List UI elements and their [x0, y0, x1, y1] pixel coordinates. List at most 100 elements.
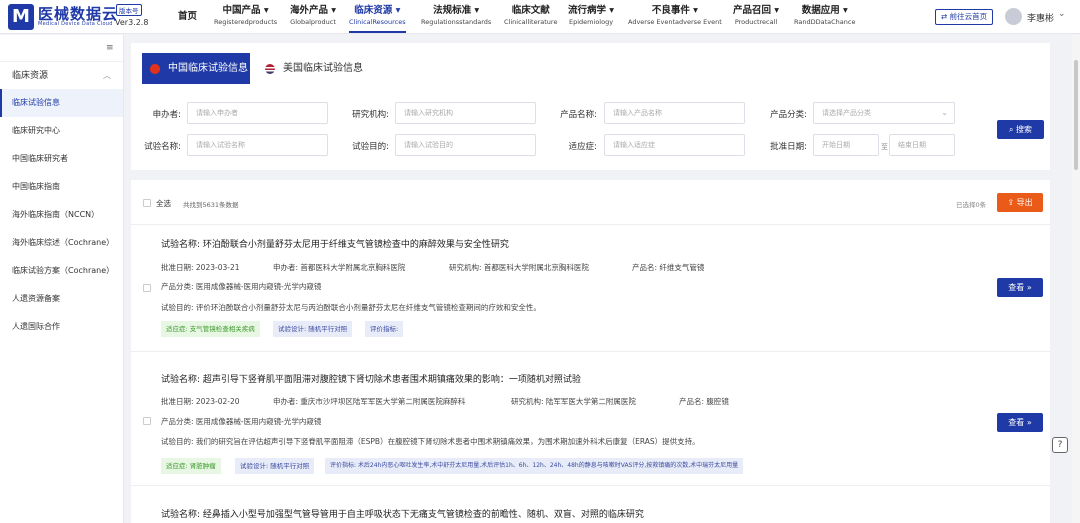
tab-china-trials[interactable]: 中国临床试验信息	[142, 53, 250, 84]
indication-label: 适应症:	[568, 142, 597, 152]
nav-adverse-events[interactable]: 不良事件 ▾ Adverse Eventadverse Event	[628, 5, 722, 27]
sidebar-item-cochrane-protocols[interactable]: 临床试验方案（Cochrane）	[0, 257, 123, 285]
design-tag: 试验设计: 随机平行对照	[235, 458, 315, 474]
sidebar-group-clinical-resources[interactable]: 临床资源 ︿	[0, 61, 123, 89]
nav-overseas-products[interactable]: 海外产品 ▾ Globalproduct	[290, 5, 336, 27]
china-flag-icon	[150, 64, 160, 74]
search-button[interactable]: ⌕ 搜索	[997, 120, 1044, 139]
sidebar: ≡ 临床资源 ︿ 临床试验信息 临床研究中心 中国临床研究者 中国临床指南 海外临…	[0, 35, 124, 523]
product-name-label: 产品名称:	[560, 110, 597, 120]
sidebar-item-clinical-trials[interactable]: 临床试验信息	[0, 89, 123, 117]
trial-name-input[interactable]: 请输入试验名称	[187, 134, 328, 156]
sidebar-group-label: 临床资源	[12, 71, 49, 81]
brand-subtitle: Medical Device Data Cloud	[38, 21, 113, 27]
purpose-input[interactable]: 请输入试验目的	[395, 134, 536, 156]
export-button[interactable]: ⇪ 导出	[997, 193, 1043, 212]
product-category-select[interactable]: 请选择产品分类 ⌄	[813, 102, 955, 124]
view-button[interactable]: 查看 »	[997, 413, 1043, 432]
sidebar-item-cochrane-reviews[interactable]: 海外临床综述（Cochrane）	[0, 229, 123, 257]
approval-date-label: 批准日期:	[770, 142, 807, 152]
sidebar-item-genetic-resources-filing[interactable]: 人遗资源备案	[0, 285, 123, 313]
nav-sublabel: Adverse Eventadverse Event	[628, 18, 722, 26]
user-name[interactable]: 李惠彬	[1027, 11, 1054, 24]
institution: 研究机构: 首都医科大学附属北京胸科医院	[449, 263, 589, 272]
nav-label: 产品召回 ▾	[733, 5, 780, 16]
menu-collapse-icon[interactable]: ≡	[106, 43, 114, 53]
trial-purpose: 试验目的: 我们的研究旨在评估超声引导下竖脊肌平面阻滞（ESPB）在腹腔镜下肾切…	[161, 437, 700, 446]
indication-tag: 适应症: 支气管镜检查相关疾病	[161, 321, 260, 337]
sidebar-item-nccn[interactable]: 海外临床指南（NCCN）	[0, 201, 123, 229]
approval-date: 批准日期: 2023-02-20	[161, 397, 240, 406]
nav-clinical-literature[interactable]: 临床文献 Clinicalliterature	[504, 5, 557, 27]
logo-icon[interactable]: M	[8, 4, 34, 30]
sponsor: 申办者: 重庆市沙坪坝区陆军军医大学第二附属医院麻醉科	[273, 397, 466, 406]
nav-chinese-products[interactable]: 中国产品 ▾ Registeredproducts	[214, 5, 277, 27]
nav-label: 中国产品 ▾	[222, 5, 269, 16]
us-flag-icon	[265, 64, 275, 74]
row-checkbox[interactable]	[143, 284, 151, 292]
tab-us-trials[interactable]: 美国临床试验信息	[257, 53, 369, 84]
chevron-down-icon: ⌄	[941, 108, 948, 117]
sidebar-item-research-centers[interactable]: 临床研究中心	[0, 117, 123, 145]
chevron-down-icon[interactable]: ⌄	[1058, 9, 1066, 19]
top-navigation-bar: M 医械数据云 Medical Device Data Cloud 版本号 Ve…	[0, 0, 1080, 34]
trial-title[interactable]: 试验名称: 环泊酚联合小剂量舒芬太尼用于纤维支气管镜检查中的麻醉效果与安全性研究	[161, 237, 509, 250]
nav-label: 流行病学 ▾	[568, 5, 615, 16]
nav-label: 临床资源 ▾	[354, 5, 401, 16]
nav-epidemiology[interactable]: 流行病学 ▾ Epidemiology	[568, 5, 614, 27]
sponsor: 申办者: 首都医科大学附属北京胸科医院	[273, 263, 406, 272]
results-panel: 全选 共找到5631条数据 已选择0条 ⇪ 导出 试验名称: 环泊酚联合小剂量舒…	[131, 180, 1050, 523]
trial-name-label: 试验名称:	[144, 142, 181, 152]
trial-card: 试验名称: 超声引导下竖脊肌平面阻滞对腹腔镜下肾切除术患者围术期镇痛效果的影响：…	[131, 360, 1050, 486]
row-checkbox[interactable]	[143, 417, 151, 425]
scrollbar-thumb[interactable]	[1074, 60, 1078, 170]
indication-input[interactable]: 请输入适应症	[604, 134, 745, 156]
nav-clinical-resources[interactable]: 临床资源 ▾ ClinicalResources	[349, 5, 406, 33]
nav-sublabel: Epidemiology	[569, 18, 614, 26]
sidebar-item-chinese-investigators[interactable]: 中国临床研究者	[0, 145, 123, 173]
nav-label: 海外产品 ▾	[290, 5, 337, 16]
avatar[interactable]	[1005, 8, 1022, 25]
nav-label: 数据应用 ▾	[801, 5, 848, 16]
date-separator: 至	[881, 143, 888, 151]
tab-label: 美国临床试验信息	[283, 63, 363, 74]
chevron-up-icon: ︿	[103, 71, 111, 80]
nav-sublabel: ClinicalResources	[349, 18, 406, 26]
trial-card: 试验名称: 环泊酚联合小剂量舒芬太尼用于纤维支气管镜检查中的麻醉效果与安全性研究…	[131, 226, 1050, 352]
search-panel: 中国临床试验信息 美国临床试验信息 申办者: 请输入申办者 研究机构: 请输入研…	[131, 43, 1050, 170]
nav-home[interactable]: 首页	[178, 11, 197, 23]
nav-product-recall[interactable]: 产品召回 ▾ Productrecall	[733, 5, 779, 27]
results-toolbar: 全选 共找到5631条数据 已选择0条 ⇪ 导出	[131, 180, 1050, 225]
start-date-input[interactable]: 开始日期	[813, 134, 879, 156]
tab-label: 中国临床试验信息	[168, 63, 248, 74]
sponsor-input[interactable]: 请输入申办者	[187, 102, 328, 124]
help-chat-icon[interactable]: ?	[1052, 437, 1068, 453]
selected-count: 已选择0条	[956, 201, 987, 209]
goto-cloud-home-button[interactable]: ⇄ 前往云首页	[935, 9, 993, 25]
nav-sublabel: Productrecall	[734, 18, 778, 26]
product-name: 产品名: 腹腔镜	[679, 397, 729, 406]
sidebar-item-genetic-intl-cooperation[interactable]: 人遗国际合作	[0, 313, 123, 341]
sidebar-item-chinese-guidelines[interactable]: 中国临床指南	[0, 173, 123, 201]
product-name-input[interactable]: 请输入产品名称	[604, 102, 745, 124]
select-all-label[interactable]: 全选	[156, 198, 171, 209]
nav-data-application[interactable]: 数据应用 ▾ RandDDataChance	[794, 5, 855, 27]
trial-title[interactable]: 试验名称: 经鼻插入小型号加强型气管导管用于自主呼吸状态下无痛支气管镜检查的前瞻…	[161, 507, 644, 520]
nav-label: 首页	[178, 11, 198, 22]
institution-input[interactable]: 请输入研究机构	[395, 102, 536, 124]
nav-sublabel: Globalproduct	[290, 18, 336, 26]
nav-sublabel: Regulationsstandards	[421, 18, 492, 26]
version-badge: 版本号	[116, 4, 142, 16]
version-label: Ver3.2.8	[115, 18, 149, 27]
nav-regulations[interactable]: 法规标准 ▾ Regulationsstandards	[421, 5, 491, 27]
trial-title[interactable]: 试验名称: 超声引导下竖脊肌平面阻滞对腹腔镜下肾切除术患者围术期镇痛效果的影响：…	[161, 372, 581, 385]
result-count: 共找到5631条数据	[183, 201, 239, 209]
approval-date: 批准日期: 2023-03-21	[161, 263, 240, 272]
endpoint-tag: 评价指标:	[365, 321, 404, 337]
product-name: 产品名: 纤维支气管镜	[632, 263, 705, 272]
end-date-input[interactable]: 结束日期	[889, 134, 955, 156]
nav-sublabel: Registeredproducts	[214, 18, 278, 26]
select-all-checkbox[interactable]	[143, 199, 151, 207]
view-button[interactable]: 查看 »	[997, 278, 1043, 297]
institution-label: 研究机构:	[352, 110, 389, 120]
